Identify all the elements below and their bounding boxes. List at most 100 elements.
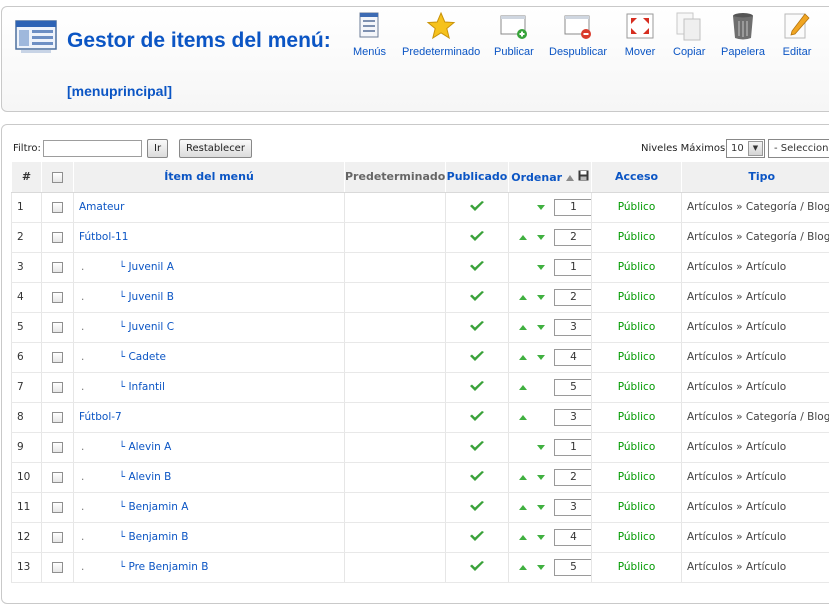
access-cell[interactable]: Público	[592, 522, 682, 552]
order-down-icon[interactable]	[537, 535, 545, 540]
row-checkbox[interactable]	[52, 352, 63, 363]
order-input[interactable]: 4	[554, 529, 592, 546]
access-cell[interactable]: Público	[592, 252, 682, 282]
order-down-icon[interactable]	[537, 265, 545, 270]
max-levels-select[interactable]: 10 ▼	[726, 139, 765, 158]
header-order[interactable]: Ordenar	[509, 162, 592, 192]
copy-button[interactable]: Copiar	[673, 10, 705, 66]
trash-button[interactable]: Papelera	[721, 10, 765, 66]
order-up-icon[interactable]	[519, 505, 527, 510]
go-button[interactable]: Ir	[147, 139, 168, 158]
order-input[interactable]: 3	[554, 499, 592, 516]
order-down-icon[interactable]	[537, 445, 545, 450]
access-cell[interactable]: Público	[592, 432, 682, 462]
order-input[interactable]: 2	[554, 469, 592, 486]
menu-item-link[interactable]: Alevin A	[128, 441, 171, 453]
menu-item-link[interactable]: Pre Benjamin B	[128, 561, 208, 573]
published-check-icon[interactable]	[469, 380, 485, 392]
published-check-icon[interactable]	[469, 530, 485, 542]
order-up-icon[interactable]	[519, 355, 527, 360]
order-up-icon[interactable]	[519, 235, 527, 240]
save-order-icon[interactable]	[578, 170, 589, 181]
published-check-icon[interactable]	[469, 470, 485, 482]
row-checkbox[interactable]	[52, 232, 63, 243]
access-cell[interactable]: Público	[592, 222, 682, 252]
order-input[interactable]: 1	[554, 439, 592, 456]
menu-item-link[interactable]: Alevin B	[128, 471, 171, 483]
header-access[interactable]: Acceso	[592, 162, 682, 192]
published-check-icon[interactable]	[469, 260, 485, 272]
edit-button[interactable]: Editar	[781, 10, 813, 66]
order-input[interactable]: 3	[554, 409, 592, 426]
published-check-icon[interactable]	[469, 320, 485, 332]
default-button[interactable]: Predeterminado	[402, 10, 480, 66]
unpublish-button[interactable]: Despublicar	[549, 10, 607, 66]
order-input[interactable]: 2	[554, 229, 592, 246]
row-checkbox[interactable]	[52, 292, 63, 303]
published-check-icon[interactable]	[469, 290, 485, 302]
state-select[interactable]: - Seleccionar -	[768, 139, 829, 158]
published-check-icon[interactable]	[469, 230, 485, 242]
published-check-icon[interactable]	[469, 560, 485, 572]
row-checkbox[interactable]	[52, 442, 63, 453]
row-checkbox[interactable]	[52, 562, 63, 573]
order-input[interactable]: 1	[554, 199, 592, 216]
order-down-icon[interactable]	[537, 205, 545, 210]
header-type[interactable]: Tipo	[682, 162, 829, 192]
order-up-icon[interactable]	[519, 325, 527, 330]
menu-item-link[interactable]: Fútbol-11	[79, 231, 128, 243]
order-up-icon[interactable]	[519, 385, 527, 390]
menu-item-link[interactable]: Amateur	[79, 201, 124, 213]
order-down-icon[interactable]	[537, 355, 545, 360]
order-input[interactable]: 3	[554, 319, 592, 336]
order-input[interactable]: 5	[554, 559, 592, 576]
header-published[interactable]: Publicado	[446, 162, 509, 192]
order-up-icon[interactable]	[519, 475, 527, 480]
menu-item-link[interactable]: Juvenil B	[128, 291, 173, 303]
row-checkbox[interactable]	[52, 502, 63, 513]
menu-item-link[interactable]: Benjamin A	[128, 501, 188, 513]
menu-item-link[interactable]: Juvenil A	[128, 261, 173, 273]
order-down-icon[interactable]	[537, 565, 545, 570]
order-down-icon[interactable]	[537, 295, 545, 300]
select-all-checkbox[interactable]	[52, 172, 63, 183]
access-cell[interactable]: Público	[592, 462, 682, 492]
menu-item-link[interactable]: Benjamin B	[128, 531, 188, 543]
access-cell[interactable]: Público	[592, 492, 682, 522]
order-input[interactable]: 2	[554, 289, 592, 306]
order-up-icon[interactable]	[519, 295, 527, 300]
filter-input[interactable]	[43, 140, 142, 157]
access-cell[interactable]: Público	[592, 282, 682, 312]
menus-button[interactable]: Menús	[353, 10, 386, 66]
menu-item-link[interactable]: Fútbol-7	[79, 411, 122, 423]
header-default[interactable]: Predeterminado	[345, 162, 446, 192]
row-checkbox[interactable]	[52, 382, 63, 393]
order-up-icon[interactable]	[519, 565, 527, 570]
order-down-icon[interactable]	[537, 325, 545, 330]
access-cell[interactable]: Público	[592, 552, 682, 582]
order-up-icon[interactable]	[519, 535, 527, 540]
published-check-icon[interactable]	[469, 200, 485, 212]
order-up-icon[interactable]	[519, 415, 527, 420]
header-item[interactable]: Ítem del menú	[74, 162, 345, 192]
row-checkbox[interactable]	[52, 202, 63, 213]
access-cell[interactable]: Público	[592, 342, 682, 372]
row-checkbox[interactable]	[52, 472, 63, 483]
row-checkbox[interactable]	[52, 412, 63, 423]
menu-item-link[interactable]: Infantil	[128, 381, 165, 393]
order-down-icon[interactable]	[537, 505, 545, 510]
access-cell[interactable]: Público	[592, 372, 682, 402]
move-button[interactable]: Mover	[624, 10, 656, 66]
order-input[interactable]: 4	[554, 349, 592, 366]
published-check-icon[interactable]	[469, 410, 485, 422]
reset-button[interactable]: Restablecer	[179, 139, 252, 158]
row-checkbox[interactable]	[52, 262, 63, 273]
order-down-icon[interactable]	[537, 475, 545, 480]
menu-item-link[interactable]: Juvenil C	[128, 321, 174, 333]
menu-item-link[interactable]: Cadete	[128, 351, 165, 363]
access-cell[interactable]: Público	[592, 312, 682, 342]
row-checkbox[interactable]	[52, 322, 63, 333]
access-cell[interactable]: Público	[592, 192, 682, 222]
order-input[interactable]: 1	[554, 259, 592, 276]
order-input[interactable]: 5	[554, 379, 592, 396]
